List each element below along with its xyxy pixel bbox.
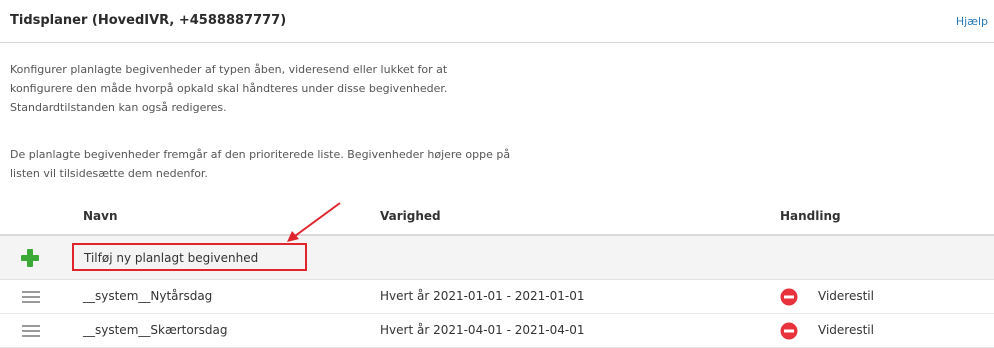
action-label: Viderestil <box>818 323 874 337</box>
no-entry-icon <box>780 322 798 340</box>
add-scheduled-event-button[interactable]: Tilføj ny planlagt begivenhed <box>72 243 307 271</box>
help-link[interactable]: Hjælp <box>956 15 988 28</box>
event-name[interactable]: __system__Skærtorsdag <box>83 323 228 337</box>
no-entry-icon <box>780 288 798 306</box>
description-intro: Konfigurer planlagte begivenheder af typ… <box>10 60 730 117</box>
description-line: listen vil tilsidesætte dem nedenfor. <box>10 167 208 180</box>
plus-icon[interactable] <box>20 248 40 268</box>
page-title: Tidsplaner (HovedIVR, +4588887777) <box>10 13 287 28</box>
description-line: konfigurere den måde hvorpå opkald skal … <box>10 82 448 95</box>
description-line: De planlagte begivenheder fremgår af den… <box>10 148 511 161</box>
table-row: __system__Nytårsdag Hvert år 2021-01-01 … <box>0 280 994 314</box>
description-priority: De planlagte begivenheder fremgår af den… <box>10 145 730 183</box>
add-event-row: Tilføj ny planlagt begivenhed <box>0 236 994 280</box>
add-scheduled-event-label: Tilføj ny planlagt begivenhed <box>84 251 259 265</box>
description-line: Konfigurer planlagte begivenheder af typ… <box>10 63 448 76</box>
page-header: Tidsplaner (HovedIVR, +4588887777) Hjælp <box>0 0 994 43</box>
table-header: Navn Varighed Handling <box>0 198 994 236</box>
table-row: __system__Skærtorsdag Hvert år 2021-04-0… <box>0 314 994 348</box>
drag-handle-icon[interactable] <box>22 291 40 303</box>
drag-handle-icon[interactable] <box>22 325 40 337</box>
event-duration: Hvert år 2021-04-01 - 2021-04-01 <box>380 323 585 337</box>
column-header-duration: Varighed <box>380 209 441 223</box>
column-header-action: Handling <box>780 209 841 223</box>
column-header-name: Navn <box>83 209 118 223</box>
description-line: Standardtilstanden kan også redigeres. <box>10 101 227 114</box>
action-label: Viderestil <box>818 289 874 303</box>
event-name[interactable]: __system__Nytårsdag <box>83 289 212 303</box>
event-duration: Hvert år 2021-01-01 - 2021-01-01 <box>380 289 585 303</box>
